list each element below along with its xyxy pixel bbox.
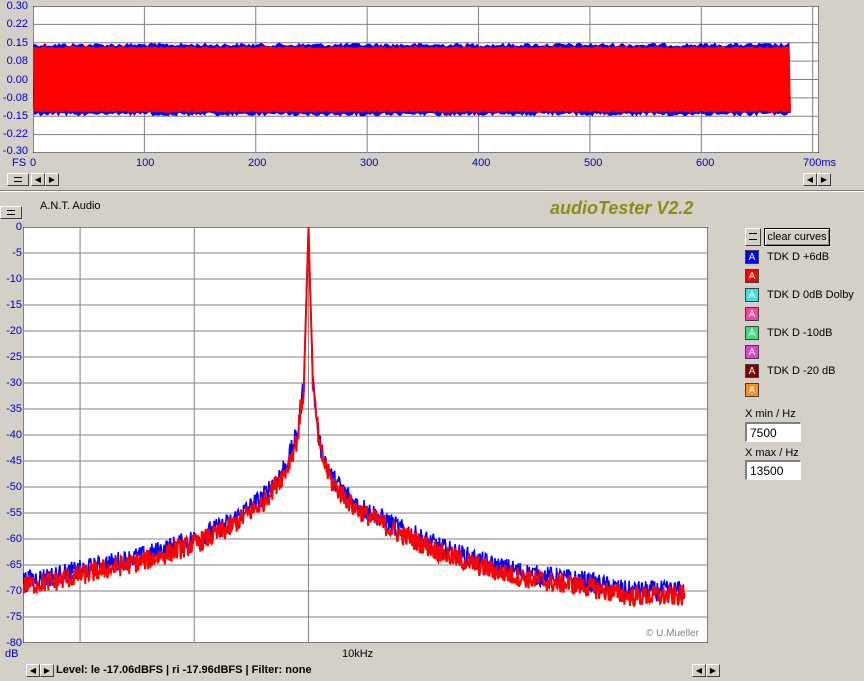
x-tick: 600 xyxy=(696,157,715,169)
spectrum-y-unit: dB xyxy=(5,648,19,660)
spectrum-plot xyxy=(23,227,708,643)
curve-color-swatch[interactable]: A xyxy=(745,383,759,397)
device-name: A.N.T. Audio xyxy=(40,200,101,212)
y-tick: -0.30 xyxy=(2,145,28,157)
y-tick: 0.22 xyxy=(6,18,28,30)
waveform-y-axis: 0.30 0.22 0.15 0.08 0.00 -0.08 -0.15 -0.… xyxy=(0,0,32,160)
x-tick: 100 xyxy=(136,157,155,169)
curve-color-swatch[interactable]: A xyxy=(745,326,759,340)
y-tick: -45 xyxy=(6,455,22,467)
curve-color-swatch[interactable]: A xyxy=(745,250,759,264)
curve-label: TDK D -20 dB xyxy=(767,365,836,377)
curve-label: TDK D -10dB xyxy=(767,327,833,339)
x-tick: 300 xyxy=(360,157,379,169)
y-tick: 0.30 xyxy=(6,0,28,12)
curve-color-swatch[interactable]: A xyxy=(745,307,759,321)
legend-item[interactable]: A xyxy=(745,344,767,360)
scroll-left-button[interactable]: ◀ xyxy=(26,664,40,677)
x-tick: 500 xyxy=(584,157,603,169)
legend-spinner[interactable] xyxy=(745,228,761,246)
y-tick: 0.15 xyxy=(6,37,28,49)
splitter[interactable] xyxy=(0,190,864,192)
y-tick: -5 xyxy=(12,247,22,259)
curve-label: TDK D 0dB Dolby xyxy=(767,289,854,301)
y-tick: -55 xyxy=(6,507,22,519)
app-title: audioTester V2.2 xyxy=(550,198,694,218)
y-tick: -20 xyxy=(6,325,22,337)
x-tick: 0 xyxy=(30,157,37,169)
scroll-left-button[interactable]: ◀ xyxy=(692,664,706,677)
legend-item[interactable]: A xyxy=(745,268,767,284)
x-tick: 200 xyxy=(248,157,267,169)
scroll-right-button[interactable]: ▶ xyxy=(45,173,59,186)
scroll-left-button[interactable]: ◀ xyxy=(31,173,45,186)
legend-item[interactable]: A TDK D 0dB Dolby xyxy=(745,287,854,303)
legend-item[interactable]: A TDK D -10dB xyxy=(745,325,832,341)
scroll-right-button[interactable]: ▶ xyxy=(40,664,54,677)
y-tick: -30 xyxy=(6,377,22,389)
legend-item[interactable]: A xyxy=(745,382,767,398)
curve-label: TDK D +6dB xyxy=(767,251,830,263)
curve-color-swatch[interactable]: A xyxy=(745,345,759,359)
xmax-label: X max / Hz xyxy=(745,447,799,459)
clear-curves-button[interactable]: clear curves xyxy=(764,228,830,246)
waveform-zoom-spinner[interactable] xyxy=(7,173,29,186)
y-tick: -70 xyxy=(6,585,22,597)
y-tick: -15 xyxy=(6,299,22,311)
spectrum-y-axis: 0 -5 -10 -15 -20 -25 -30 -35 -40 -45 -50… xyxy=(0,220,24,650)
y-tick: -60 xyxy=(6,533,22,545)
y-tick: -40 xyxy=(6,429,22,441)
waveform-plot xyxy=(33,6,819,153)
curve-color-swatch[interactable]: A xyxy=(745,288,759,302)
scroll-left-button[interactable]: ◀ xyxy=(803,173,817,186)
xmin-input[interactable]: 7500 xyxy=(745,422,801,442)
x-tick: 400 xyxy=(472,157,491,169)
y-tick: -10 xyxy=(6,273,22,285)
y-tick: 0.08 xyxy=(6,55,28,67)
waveform-y-unit: FS xyxy=(12,157,27,169)
status-text: Level: le -17.06dBFS | ri -17.96dBFS | F… xyxy=(56,664,312,676)
copyright-label: © U.Mueller xyxy=(646,628,699,639)
x-unit-label: 700ms xyxy=(803,157,837,169)
scroll-right-button[interactable]: ▶ xyxy=(817,173,831,186)
y-tick: -0.22 xyxy=(2,128,28,140)
x-center-label: 10kHz xyxy=(342,648,374,660)
curve-color-swatch[interactable]: A xyxy=(745,269,759,283)
y-tick: -25 xyxy=(6,351,22,363)
y-tick: -50 xyxy=(6,481,22,493)
waveform-series xyxy=(33,46,791,113)
y-tick: 0.00 xyxy=(6,74,28,86)
legend-item[interactable]: A TDK D +6dB xyxy=(745,249,829,265)
curve-color-swatch[interactable]: A xyxy=(745,364,759,378)
scroll-right-button[interactable]: ▶ xyxy=(706,664,720,677)
legend-item[interactable]: A xyxy=(745,306,767,322)
xmax-input[interactable]: 13500 xyxy=(745,460,801,480)
main-zoom-spinner[interactable] xyxy=(0,206,22,219)
y-tick: -35 xyxy=(6,403,22,415)
y-tick: 0 xyxy=(15,221,22,233)
y-tick: -65 xyxy=(6,559,22,571)
legend-item[interactable]: A TDK D -20 dB xyxy=(745,363,835,379)
xmin-label: X min / Hz xyxy=(745,408,796,420)
y-tick: -75 xyxy=(6,611,22,623)
y-tick: -0.15 xyxy=(2,110,28,122)
y-tick: -0.08 xyxy=(2,92,28,104)
